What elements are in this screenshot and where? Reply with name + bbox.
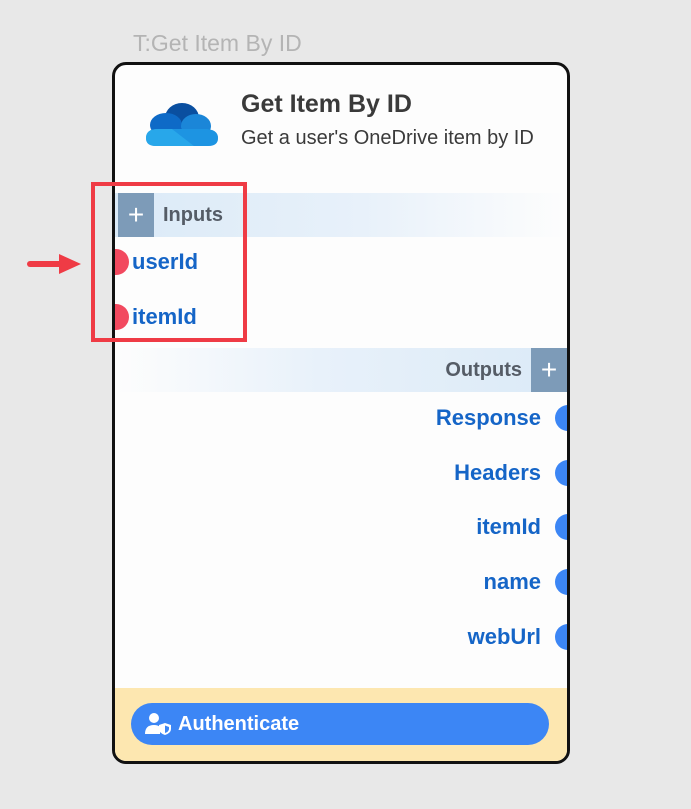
output-connector-dot[interactable] [555,624,567,650]
output-connector-dot[interactable] [555,514,567,540]
output-port-weburl[interactable]: webUrl [467,622,567,652]
authenticate-label: Authenticate [178,712,300,735]
node-title: Get Item By ID [241,90,412,118]
add-output-button[interactable]: + [531,348,567,392]
outputs-section-header: Outputs + [115,348,567,392]
authenticate-button[interactable]: Authenticate [131,703,549,745]
output-port-label: itemId [476,514,541,539]
output-port-headers[interactable]: Headers [454,458,567,488]
user-shield-icon [145,713,171,735]
outputs-label: Outputs [445,358,522,381]
node-caption: T:Get Item By ID [133,30,302,56]
output-port-label: name [483,569,541,594]
output-port-label: webUrl [467,624,541,649]
onedrive-cloud-icon [146,103,218,146]
output-port-response[interactable]: Response [435,403,567,433]
node-footer: Authenticate [115,688,567,761]
output-port-label: Headers [454,460,541,485]
output-port-label: Response [435,405,541,430]
plus-icon: + [540,354,558,385]
output-port-itemid[interactable]: itemId [476,512,567,542]
output-connector-dot[interactable] [555,569,567,595]
output-port-name[interactable]: name [483,567,567,597]
node-description: Get a user's OneDrive item by ID [241,127,534,149]
output-connector-dot[interactable] [555,460,567,486]
output-connector-dot[interactable] [555,405,567,431]
get-item-by-id-node[interactable]: Get Item By ID Get a user's OneDrive ite… [112,62,570,764]
annotation-arrow-icon [27,254,81,274]
inputs-highlight-box [91,182,247,342]
